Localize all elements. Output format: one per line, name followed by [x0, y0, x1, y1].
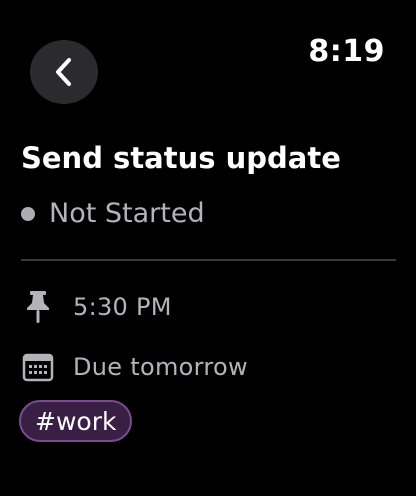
task-detail-screen: 8:19 Send status update Not Started 5:30… [0, 0, 416, 496]
back-button[interactable] [30, 40, 98, 104]
divider [21, 259, 396, 261]
chevron-left-icon [52, 57, 76, 87]
tag-chip-work[interactable]: #work [19, 400, 133, 442]
due-date: Due tomorrow [73, 353, 248, 381]
status-row: Not Started [21, 198, 205, 229]
due-date-row: Due tomorrow [21, 350, 248, 384]
task-title: Send status update [21, 141, 341, 175]
calendar-icon [21, 350, 55, 384]
status-dot-icon [21, 206, 35, 221]
reminder-time-row: 5:30 PM [21, 290, 172, 324]
status-label: Not Started [49, 198, 205, 229]
pin-icon [21, 290, 55, 324]
reminder-time: 5:30 PM [73, 293, 172, 321]
tag-label: #work [35, 406, 117, 436]
clock: 8:19 [308, 34, 385, 69]
